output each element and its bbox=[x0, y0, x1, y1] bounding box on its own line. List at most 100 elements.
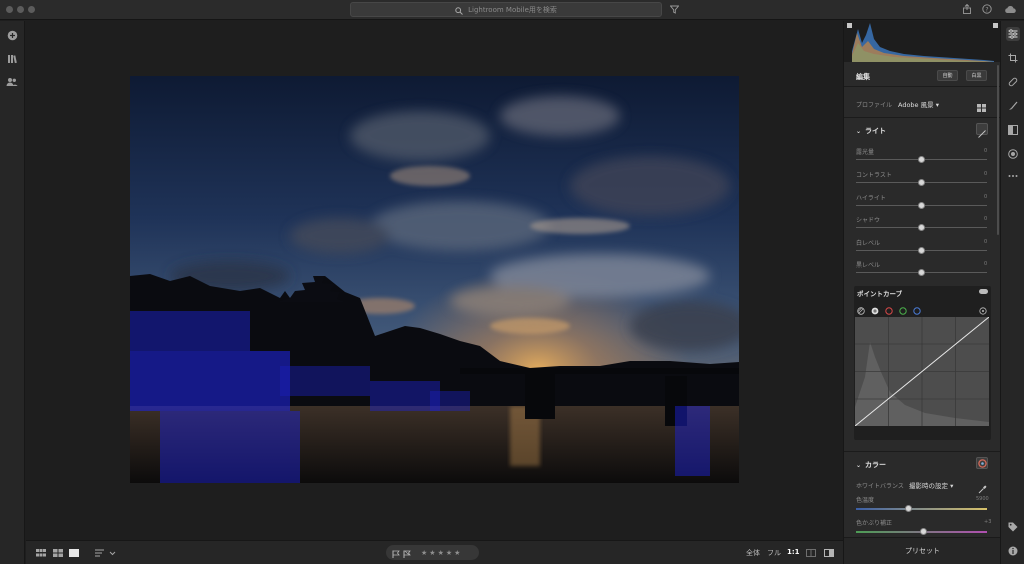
square-grid-icon[interactable] bbox=[35, 547, 47, 559]
bottom-toolbar: ★★★★★ 全体 フル 1:1 bbox=[26, 540, 843, 564]
zoom-window-button[interactable] bbox=[28, 6, 35, 13]
white-balance-dropdown[interactable]: 撮影時の設定 ▾ bbox=[909, 480, 953, 490]
left-rail bbox=[0, 21, 25, 564]
edit-panel-title: 編集 bbox=[856, 73, 870, 81]
star-icon[interactable]: ★ bbox=[438, 549, 446, 557]
edit-sliders-icon[interactable] bbox=[1006, 27, 1020, 41]
whites-value[interactable]: 0 bbox=[984, 239, 987, 245]
temperature-label: 色温度 bbox=[856, 497, 875, 504]
zoom-fill-button[interactable]: フル bbox=[767, 548, 781, 558]
add-photos-icon[interactable] bbox=[5, 28, 19, 42]
blacks-label: 黒レベル bbox=[856, 262, 881, 269]
right-tool-rail bbox=[1000, 21, 1024, 564]
exposure-slider-thumb[interactable] bbox=[918, 156, 925, 163]
people-icon[interactable] bbox=[5, 75, 19, 89]
exposure-value[interactable]: 0 bbox=[984, 148, 987, 154]
svg-text:?: ? bbox=[985, 6, 988, 13]
shadow-clipping-icon[interactable] bbox=[847, 23, 852, 28]
search-icon bbox=[455, 0, 463, 19]
highlights-slider-thumb[interactable] bbox=[918, 202, 925, 209]
auto-button[interactable]: 自動 bbox=[937, 70, 958, 81]
bw-button[interactable]: 白黒 bbox=[966, 70, 987, 81]
search-placeholder: Lightroom Mobile用を検索 bbox=[468, 5, 557, 14]
highlights-value[interactable]: 0 bbox=[984, 194, 987, 200]
filter-icon[interactable] bbox=[668, 3, 680, 15]
whites-slider-thumb[interactable] bbox=[918, 247, 925, 254]
contrast-label: コントラスト bbox=[856, 172, 892, 179]
flag-reject-icon[interactable] bbox=[403, 543, 411, 562]
search-box[interactable]: Lightroom Mobile用を検索 bbox=[350, 2, 662, 17]
star-icon[interactable]: ★ bbox=[446, 549, 454, 557]
profile-browser-icon[interactable] bbox=[977, 98, 987, 112]
highlight-clipping-icon[interactable] bbox=[993, 23, 998, 28]
before-after-icon[interactable] bbox=[823, 547, 835, 559]
highlights-label: ハイライト bbox=[856, 195, 886, 202]
temperature-slider-thumb[interactable] bbox=[905, 505, 912, 512]
share-icon[interactable] bbox=[961, 3, 973, 15]
blacks-value[interactable]: 0 bbox=[984, 261, 987, 267]
shadows-slider-thumb[interactable] bbox=[918, 224, 925, 231]
profile-label: プロファイル bbox=[856, 102, 893, 109]
close-window-button[interactable] bbox=[6, 6, 13, 13]
compare-icon[interactable] bbox=[805, 547, 817, 559]
contrast-value[interactable]: 0 bbox=[984, 171, 987, 177]
healing-icon[interactable] bbox=[1006, 75, 1020, 89]
zoom-1to1-button[interactable]: 1:1 bbox=[787, 548, 800, 556]
light-section-header[interactable]: ⌄ ライト bbox=[856, 126, 886, 136]
crop-icon[interactable] bbox=[1006, 51, 1020, 65]
tag-icon[interactable] bbox=[1006, 520, 1020, 534]
chevron-down-icon: ⌄ bbox=[856, 461, 862, 469]
divider bbox=[844, 117, 1001, 118]
profile-value: Adobe 風景 bbox=[898, 101, 934, 109]
temperature-slider-track[interactable] bbox=[856, 508, 987, 510]
star-rating[interactable]: ★★★★★ bbox=[421, 549, 462, 557]
info-icon[interactable] bbox=[1006, 544, 1020, 558]
sort-menu-icon[interactable] bbox=[94, 547, 118, 559]
star-icon[interactable]: ★ bbox=[429, 549, 437, 557]
point-curve-title: ポイントカーブ bbox=[857, 290, 903, 298]
edit-panel: 編集 自動 白黒 プロファイル Adobe 風景 ▾ ⌄ ライト 露光量 0 コ… bbox=[843, 21, 1001, 564]
contrast-slider-thumb[interactable] bbox=[918, 179, 925, 186]
divider bbox=[844, 451, 1001, 452]
temperature-value[interactable]: 5900 bbox=[976, 496, 989, 502]
blacks-slider-thumb[interactable] bbox=[918, 269, 925, 276]
presets-button[interactable]: プリセット bbox=[844, 537, 1001, 564]
minimize-window-button[interactable] bbox=[17, 6, 24, 13]
shadows-label: シャドウ bbox=[856, 217, 881, 224]
curve-visibility-toggle[interactable] bbox=[979, 289, 988, 294]
detail-view-icon[interactable] bbox=[68, 547, 80, 559]
tint-slider-thumb[interactable] bbox=[920, 528, 927, 535]
library-icon[interactable] bbox=[5, 51, 19, 65]
chevron-down-icon: ▾ bbox=[935, 101, 939, 109]
tint-value[interactable]: +3 bbox=[984, 519, 991, 525]
help-icon[interactable]: ? bbox=[981, 3, 993, 15]
flag-rating-group: ★★★★★ bbox=[386, 545, 479, 560]
star-icon[interactable]: ★ bbox=[454, 549, 462, 557]
chevron-down-icon: ▾ bbox=[950, 482, 954, 490]
panel-scrollbar[interactable] bbox=[997, 65, 999, 235]
cloud-icon[interactable] bbox=[1004, 3, 1016, 15]
white-balance-label: ホワイトバランス bbox=[856, 483, 904, 490]
grid-view-icon[interactable] bbox=[52, 547, 64, 559]
color-section-header[interactable]: ⌄ カラー bbox=[856, 460, 886, 470]
more-icon[interactable] bbox=[1006, 169, 1020, 183]
shadows-value[interactable]: 0 bbox=[984, 216, 987, 222]
light-section-title: ライト bbox=[865, 127, 887, 135]
flag-pick-icon[interactable] bbox=[392, 543, 400, 562]
color-mixer-icon[interactable] bbox=[976, 457, 988, 469]
brush-icon[interactable] bbox=[1006, 99, 1020, 113]
title-bar: Lightroom Mobile用を検索 ? bbox=[0, 0, 1024, 20]
lightroom-window: Lightroom Mobile用を検索 ? ★★★★★ 全体 フル 1:1 編… bbox=[0, 0, 1024, 564]
zoom-fit-button[interactable]: 全体 bbox=[746, 548, 760, 558]
profile-dropdown[interactable]: Adobe 風景 ▾ bbox=[898, 99, 939, 109]
tone-curve-graph[interactable] bbox=[854, 316, 990, 427]
radial-gradient-icon[interactable] bbox=[1006, 147, 1020, 161]
photo[interactable] bbox=[130, 76, 739, 483]
histogram bbox=[844, 21, 1001, 62]
exposure-label: 露光量 bbox=[856, 149, 875, 156]
color-section-title: カラー bbox=[865, 461, 887, 469]
tone-curve-toggle-icon[interactable] bbox=[976, 123, 988, 138]
linear-gradient-icon[interactable] bbox=[1006, 123, 1020, 137]
chevron-down-icon: ⌄ bbox=[856, 127, 862, 135]
tint-label: 色かぶり補正 bbox=[856, 520, 893, 527]
